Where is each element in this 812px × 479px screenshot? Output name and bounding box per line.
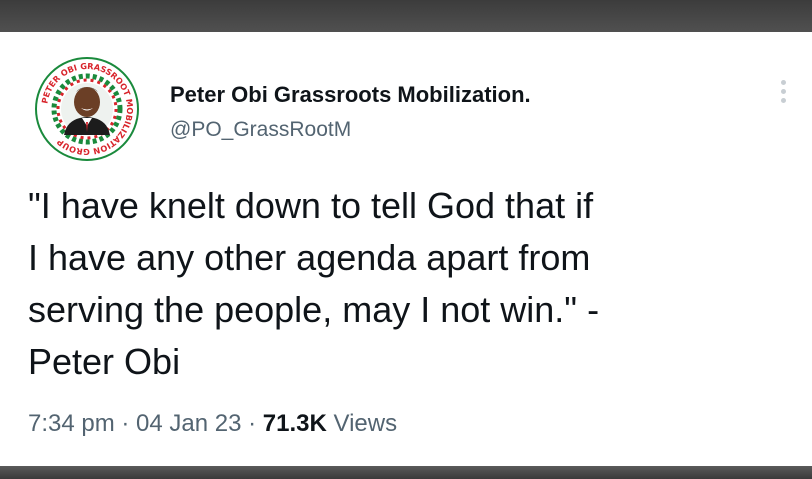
views-label: Views xyxy=(333,410,398,437)
tweet-date[interactable]: 04 Jan 23 xyxy=(136,410,241,437)
author-display-name[interactable]: Peter Obi Grassroots Mobilization. xyxy=(170,82,531,108)
bottom-frame-bar xyxy=(0,466,812,479)
top-frame-bar xyxy=(0,0,812,32)
views-count: 71.3K xyxy=(262,410,327,437)
avatar[interactable]: PETER OBI GRASSROOT MOBILIZATION GROUP xyxy=(34,56,140,162)
more-dot xyxy=(780,80,786,85)
tweet-time[interactable]: 7:34 pm xyxy=(28,410,115,437)
meta-separator: · xyxy=(241,410,263,437)
tweet-author: Peter Obi Grassroots Mobilization. @PO_G… xyxy=(170,82,531,143)
more-dot xyxy=(780,98,786,103)
meta-separator: · xyxy=(114,410,137,437)
avatar-logo: PETER OBI GRASSROOT MOBILIZATION GROUP xyxy=(35,57,139,161)
more-dot xyxy=(780,89,786,94)
tweet-metadata: 7:34 pm · 04 Jan 23 · 71.3K Views xyxy=(28,409,397,439)
more-vertical-icon[interactable] xyxy=(772,80,794,116)
tweet-card: PETER OBI GRASSROOT MOBILIZATION GROUP P… xyxy=(0,32,812,466)
tweet-text: "I have knelt down to tell God that if I… xyxy=(28,185,600,382)
author-handle[interactable]: @PO_GrassRootM xyxy=(170,117,531,143)
